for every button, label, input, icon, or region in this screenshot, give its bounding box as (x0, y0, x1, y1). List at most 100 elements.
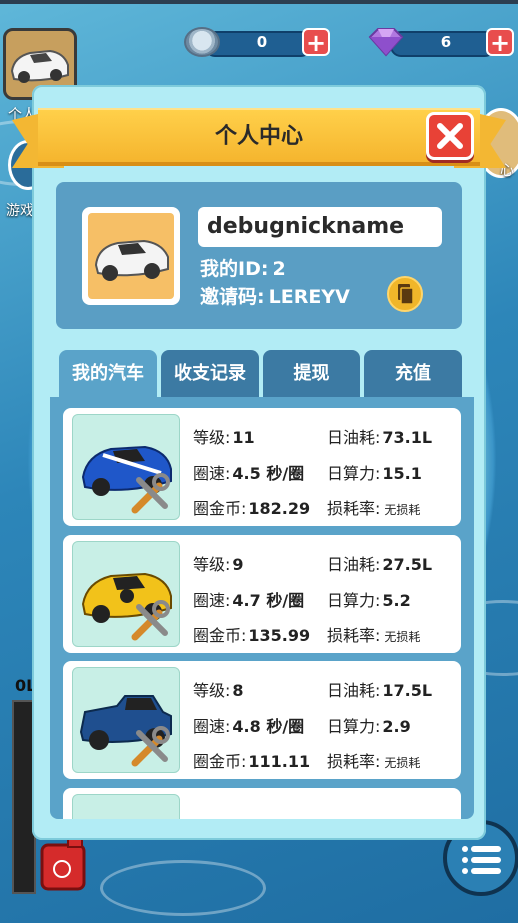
menu-dot (462, 846, 468, 852)
daily-power-stat: 日算力: 15.1 (327, 460, 422, 484)
wear-rate-label: 损耗率: (327, 752, 381, 771)
daily-fuel-label: 日油耗: (327, 428, 381, 447)
add-gems-button[interactable]: + (486, 28, 514, 56)
car-thumbnail (72, 794, 180, 819)
daily-power-label: 日算力: (327, 717, 381, 736)
menu-dot (462, 868, 468, 874)
daily-power-stat: 日算力: 2.9 (327, 713, 411, 737)
daily-fuel-label: 日油耗: (327, 681, 381, 700)
close-icon (437, 123, 463, 149)
close-button[interactable] (426, 112, 474, 160)
daily-power-stat: 日算力: 5.2 (327, 587, 411, 611)
level-value: 8 (232, 681, 244, 700)
lap-speed-value: 4.5 秒/圈 (232, 464, 305, 483)
lap-coins-value: 135.99 (248, 626, 311, 645)
coin-counter: 0 + (184, 27, 332, 57)
car-list[interactable]: 等级: 11 日油耗: 73.1L 圈速: 4.5 秒/圈 日算力: 15.1 圈金币:… (50, 397, 474, 819)
car-card[interactable]: 等级: 9 日油耗: 27.5L 圈速: 4.7 秒/圈 日算力: 5.2 圈金币: 13… (63, 535, 461, 653)
nickname-box: debugnickname (198, 207, 442, 247)
coin-icon (184, 27, 220, 57)
lap-speed-value: 4.7 秒/圈 (232, 591, 305, 610)
tab-recharge[interactable]: 充值 (364, 350, 462, 398)
level-value: 11 (232, 428, 255, 447)
invite-code-value: LEREYV (268, 286, 350, 308)
daily-power-value: 2.9 (382, 717, 411, 736)
daily-fuel-stat: 日油耗: 73.1L (327, 424, 432, 448)
gem-icon (368, 28, 404, 57)
tab-withdraw[interactable]: 提现 (263, 350, 360, 398)
lap-speed-label: 圈速: (193, 591, 231, 610)
lap-speed-stat: 圈速: 4.8 秒/圈 (193, 713, 304, 737)
daily-fuel-value: 73.1L (382, 428, 433, 447)
daily-fuel-value: 17.5L (382, 681, 433, 700)
level-stat: 等级: 11 (193, 424, 255, 448)
daily-fuel-stat: 日油耗: 17.5L (327, 677, 432, 701)
wear-rate-value: 无损耗 (384, 756, 421, 770)
lap-coins-label: 圈金币: (193, 626, 247, 645)
daily-power-label: 日算力: (327, 591, 381, 610)
copy-button[interactable] (387, 276, 423, 312)
upgrade-tools-icon[interactable] (129, 472, 173, 516)
daily-power-value: 15.1 (382, 464, 422, 483)
daily-fuel-label: 日油耗: (327, 555, 381, 574)
gem-value: 6 (440, 33, 452, 51)
lap-coins-stat: 圈金币: 111.11 (193, 748, 310, 772)
invite-code-label: 邀请码: (200, 286, 265, 308)
tab-my-cars[interactable]: 我的汽车 (59, 350, 157, 398)
panel-title: 个人中心 (214, 124, 303, 149)
daily-power-label: 日算力: (327, 464, 381, 483)
car-card[interactable]: 等级: 11 日油耗: 73.1L 圈速: 4.5 秒/圈 日算力: 15.1 圈金币:… (63, 408, 461, 526)
lap-coins-label: 圈金币: (193, 752, 247, 771)
car-card[interactable] (63, 788, 461, 819)
lap-speed-label: 圈速: (193, 717, 231, 736)
invite-code-line: 邀请码: LEREYV (200, 282, 350, 309)
lap-speed-stat: 圈速: 4.5 秒/圈 (193, 460, 304, 484)
avatar[interactable] (82, 207, 180, 305)
top-strip (0, 0, 518, 4)
wear-rate-label: 损耗率: (327, 626, 381, 645)
level-label: 等级: (193, 428, 231, 447)
user-id-line: 我的ID: 2 (200, 254, 286, 281)
wear-rate-label: 损耗率: (327, 499, 381, 518)
nickname: debugnickname (207, 214, 405, 239)
upgrade-tools-icon[interactable] (129, 599, 173, 643)
daily-fuel-stat: 日油耗: 27.5L (327, 551, 432, 575)
game-side-label: 游戏 (6, 203, 34, 219)
title-ribbon: 个人中心 (38, 108, 480, 166)
menu-line (471, 846, 501, 852)
lap-coins-label: 圈金币: (193, 499, 247, 518)
lap-coins-stat: 圈金币: 135.99 (193, 622, 310, 646)
lap-coins-stat: 圈金币: 182.29 (193, 495, 310, 519)
fuel-can-icon[interactable] (38, 835, 94, 893)
wear-rate-value: 无损耗 (384, 503, 421, 517)
lap-coins-value: 182.29 (248, 499, 311, 518)
lap-speed-value: 4.8 秒/圈 (232, 717, 305, 736)
wear-rate-stat: 损耗率: 无损耗 (327, 495, 420, 519)
user-id-value: 2 (272, 258, 286, 280)
copy-icon (398, 284, 414, 305)
wear-rate-stat: 损耗率: 无损耗 (327, 622, 420, 646)
upgrade-tools-icon[interactable] (129, 725, 173, 769)
user-id-label: 我的ID: (200, 258, 269, 280)
lap-speed-label: 圈速: (193, 464, 231, 483)
lap-coins-value: 111.11 (248, 752, 311, 771)
daily-power-value: 5.2 (382, 591, 411, 610)
wear-rate-value: 无损耗 (384, 630, 421, 644)
daily-fuel-value: 27.5L (382, 555, 433, 574)
menu-line (471, 868, 501, 874)
white-car-icon (94, 239, 169, 281)
level-label: 等级: (193, 555, 231, 574)
coin-value: 0 (256, 33, 268, 51)
level-stat: 等级: 9 (193, 551, 244, 575)
menu-line (471, 857, 501, 863)
car-card[interactable]: 等级: 8 日油耗: 17.5L 圈速: 4.8 秒/圈 日算力: 2.9 圈金币: 11… (63, 661, 461, 779)
level-stat: 等级: 8 (193, 677, 244, 701)
gem-counter: 6 + (366, 27, 516, 57)
tab-transactions[interactable]: 收支记录 (161, 350, 259, 398)
level-value: 9 (232, 555, 244, 574)
lap-speed-stat: 圈速: 4.7 秒/圈 (193, 587, 304, 611)
menu-dot (462, 857, 468, 863)
wear-rate-stat: 损耗率: 无损耗 (327, 748, 420, 772)
add-coins-button[interactable]: + (302, 28, 330, 56)
level-label: 等级: (193, 681, 231, 700)
